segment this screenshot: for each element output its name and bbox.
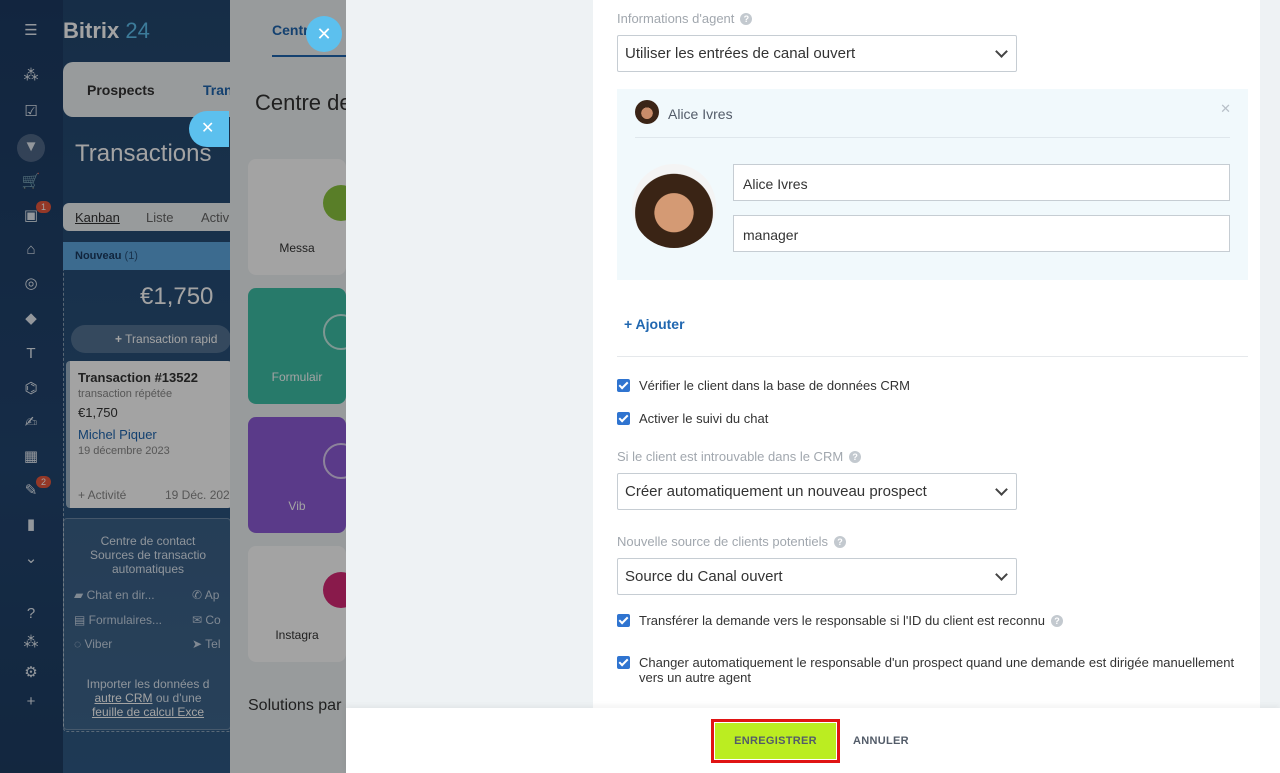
kanban-column-sum: €1,750	[140, 283, 214, 310]
more-icon[interactable]: ⌄	[21, 549, 41, 569]
divider	[635, 137, 1230, 138]
deal-subtitle: transaction répétée	[78, 388, 173, 400]
import-text: Importer les données d autre CRM ou d'un…	[86, 677, 210, 719]
deal-amount: €1,750	[78, 405, 118, 420]
tile-instagram[interactable]: Instagra	[248, 546, 359, 662]
help-icon[interactable]: ?	[21, 604, 41, 624]
chevron-down-icon	[995, 483, 1008, 496]
kanban-column-header: Nouveau (1)	[63, 242, 233, 270]
calls-channel[interactable]: ✆ Ap	[192, 588, 219, 602]
tile-viber[interactable]: Vib	[248, 417, 359, 533]
save-button[interactable]: ENREGISTRER	[715, 723, 836, 759]
lead-source-label: Nouvelle source de clients potentiels?	[617, 534, 847, 549]
tab-transactions[interactable]: Tran	[203, 82, 233, 98]
agent-info-select[interactable]: Utiliser les entrées de canal ouvert	[617, 35, 1017, 72]
view-kanban[interactable]: Kanban	[75, 210, 120, 225]
help-icon[interactable]: ?	[740, 13, 753, 25]
quick-add-button[interactable]: + Transaction rapid	[71, 325, 231, 353]
box-icon[interactable]: ◆	[21, 309, 41, 329]
import-spreadsheet-link[interactable]: feuille de calcul Exce	[92, 705, 204, 719]
deal-add-activity[interactable]: + Activité	[78, 488, 126, 502]
add-agent-button[interactable]: + Ajouter	[624, 316, 685, 332]
brand-logo: Bitrix 24	[63, 18, 150, 43]
agent-photo[interactable]	[632, 164, 716, 248]
lead-source-select[interactable]: Source du Canal ouvert	[617, 558, 1017, 595]
bank-icon[interactable]: ⌬	[21, 379, 41, 399]
target-icon[interactable]: ◎	[21, 274, 41, 294]
help-icon[interactable]: ?	[849, 451, 862, 463]
deal-date: 19 décembre 2023	[78, 445, 170, 457]
contacts-badge: 1	[36, 201, 51, 213]
not-found-select[interactable]: Créer automatiquement un nouveau prospec…	[617, 473, 1017, 510]
robot-icon[interactable]: ⌂	[21, 240, 41, 260]
divider	[617, 356, 1248, 357]
view-list[interactable]: Liste	[146, 210, 173, 225]
menu-icon[interactable]: ☰	[21, 21, 41, 41]
tile-messages[interactable]: Messa	[248, 159, 359, 275]
contact-center-title: Centre de	[255, 90, 352, 115]
chevron-down-icon	[995, 568, 1008, 581]
viber-channel[interactable]: ◌ Viber	[74, 637, 112, 651]
tile-forms[interactable]: Formulair	[248, 288, 359, 404]
tasks-icon[interactable]: ☑	[21, 102, 41, 122]
agent-role-input[interactable]: manager	[733, 215, 1230, 252]
help-icon[interactable]: ?	[834, 536, 847, 548]
tab-underline	[272, 55, 346, 57]
check-tracking-checkbox[interactable]	[617, 412, 630, 425]
agent-name-input[interactable]: Alice Ivres	[733, 164, 1230, 201]
text-icon[interactable]: T	[21, 344, 41, 364]
contact-center-promo: Centre de contact Sources de transactio …	[63, 518, 231, 730]
check-crm-checkbox[interactable]	[617, 379, 630, 392]
shop-cart-icon[interactable]: 🛒	[21, 172, 41, 192]
crm-funnel-icon[interactable]: ▼	[21, 137, 41, 157]
structure-icon[interactable]: ⁂	[21, 633, 41, 653]
settings-gear-icon[interactable]: ⚙	[21, 663, 41, 683]
deal-activity-date: 19 Déc. 202	[165, 488, 230, 502]
tasks-badge: 2	[36, 476, 51, 488]
deal-title: Transaction #13522	[78, 370, 198, 385]
view-switcher: Kanban Liste Activ	[63, 203, 243, 231]
check-transfer-checkbox[interactable]	[617, 614, 630, 627]
deal-card[interactable]: Transaction #13522 transaction répétée €…	[66, 361, 232, 508]
avatar	[635, 100, 659, 124]
remove-agent-icon[interactable]: ✕	[1220, 101, 1231, 117]
close-icon[interactable]: ✕	[306, 16, 342, 52]
cancel-button[interactable]: ANNULER	[846, 723, 916, 759]
footer-bar: ENREGISTRER ANNULER	[346, 708, 1280, 773]
solutions-heading: Solutions par	[248, 697, 342, 714]
agent-box: Alice Ivres ✕ Alice Ivres manager	[617, 89, 1248, 280]
chevron-down-icon	[995, 45, 1008, 58]
add-icon[interactable]: +	[21, 692, 41, 712]
activity-stream-icon[interactable]: ⁂	[21, 66, 41, 86]
help-icon[interactable]: ?	[1050, 615, 1063, 627]
import-crm-link[interactable]: autre CRM	[94, 691, 152, 705]
check-change-checkbox[interactable]	[617, 656, 630, 669]
settings-card: Informations d'agent? Utiliser les entré…	[593, 0, 1260, 708]
close-icon-secondary[interactable]: ✕	[189, 111, 229, 147]
not-found-label: Si le client est introuvable dans le CRM…	[617, 449, 862, 464]
telegram-channel[interactable]: ➤ Tel	[192, 637, 221, 651]
tab-prospects[interactable]: Prospects	[87, 82, 155, 98]
view-activities[interactable]: Activ	[201, 210, 229, 225]
sign-icon[interactable]: ✍	[21, 413, 41, 433]
chat-channel[interactable]: ▰ Chat en dir...	[74, 588, 155, 602]
tab-contact-center[interactable]: Centr	[272, 22, 309, 38]
forms-channel[interactable]: ▤ Formulaires...	[74, 613, 162, 627]
calendar-icon[interactable]: ▦	[21, 447, 41, 467]
contact-center-slider: Centr Centre de Messa Formulair Vib Inst…	[230, 0, 359, 773]
analytics-icon[interactable]: ▮	[21, 515, 41, 535]
email-channel[interactable]: ✉ Co	[192, 613, 221, 627]
deal-contact-link[interactable]: Michel Piquer	[78, 427, 157, 442]
crm-page-title: Transactions	[75, 140, 212, 167]
agent-info-label: Informations d'agent?	[617, 11, 753, 26]
settings-slider: Informations d'agent? Utiliser les entré…	[346, 0, 1280, 773]
left-rail: ☰ ⁂ ☑ ▼ 🛒 ▣ 1 ⌂ ◎ ◆ T ⌬ ✍ ▦ ✎ 2 ▮ ⌄ ? ⁂ …	[0, 0, 63, 773]
agent-name-header: Alice Ivres	[668, 106, 733, 122]
